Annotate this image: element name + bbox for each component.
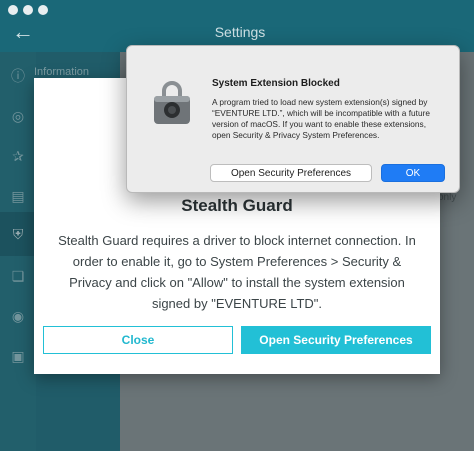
- dialog-message: Stealth Guard requires a driver to block…: [58, 233, 416, 311]
- zoom-window-button[interactable]: [38, 5, 48, 15]
- minimize-window-button[interactable]: [23, 5, 33, 15]
- alert-ok-button[interactable]: OK: [381, 164, 445, 182]
- system-extension-alert: System Extension Blocked A program tried…: [126, 45, 460, 193]
- alert-open-security-preferences-button[interactable]: Open Security Preferences: [210, 164, 372, 182]
- page-title: Settings: [214, 24, 266, 40]
- alert-title: System Extension Blocked: [212, 78, 340, 89]
- alert-message: A program tried to load new system exten…: [212, 97, 430, 140]
- close-button[interactable]: Close: [43, 326, 233, 354]
- back-arrow-icon[interactable]: ←: [12, 21, 36, 43]
- dialog-title: Stealth Guard: [181, 196, 293, 215]
- security-lock-icon: [154, 81, 190, 124]
- close-window-button[interactable]: [8, 5, 18, 15]
- open-security-preferences-button[interactable]: Open Security Preferences: [241, 326, 431, 354]
